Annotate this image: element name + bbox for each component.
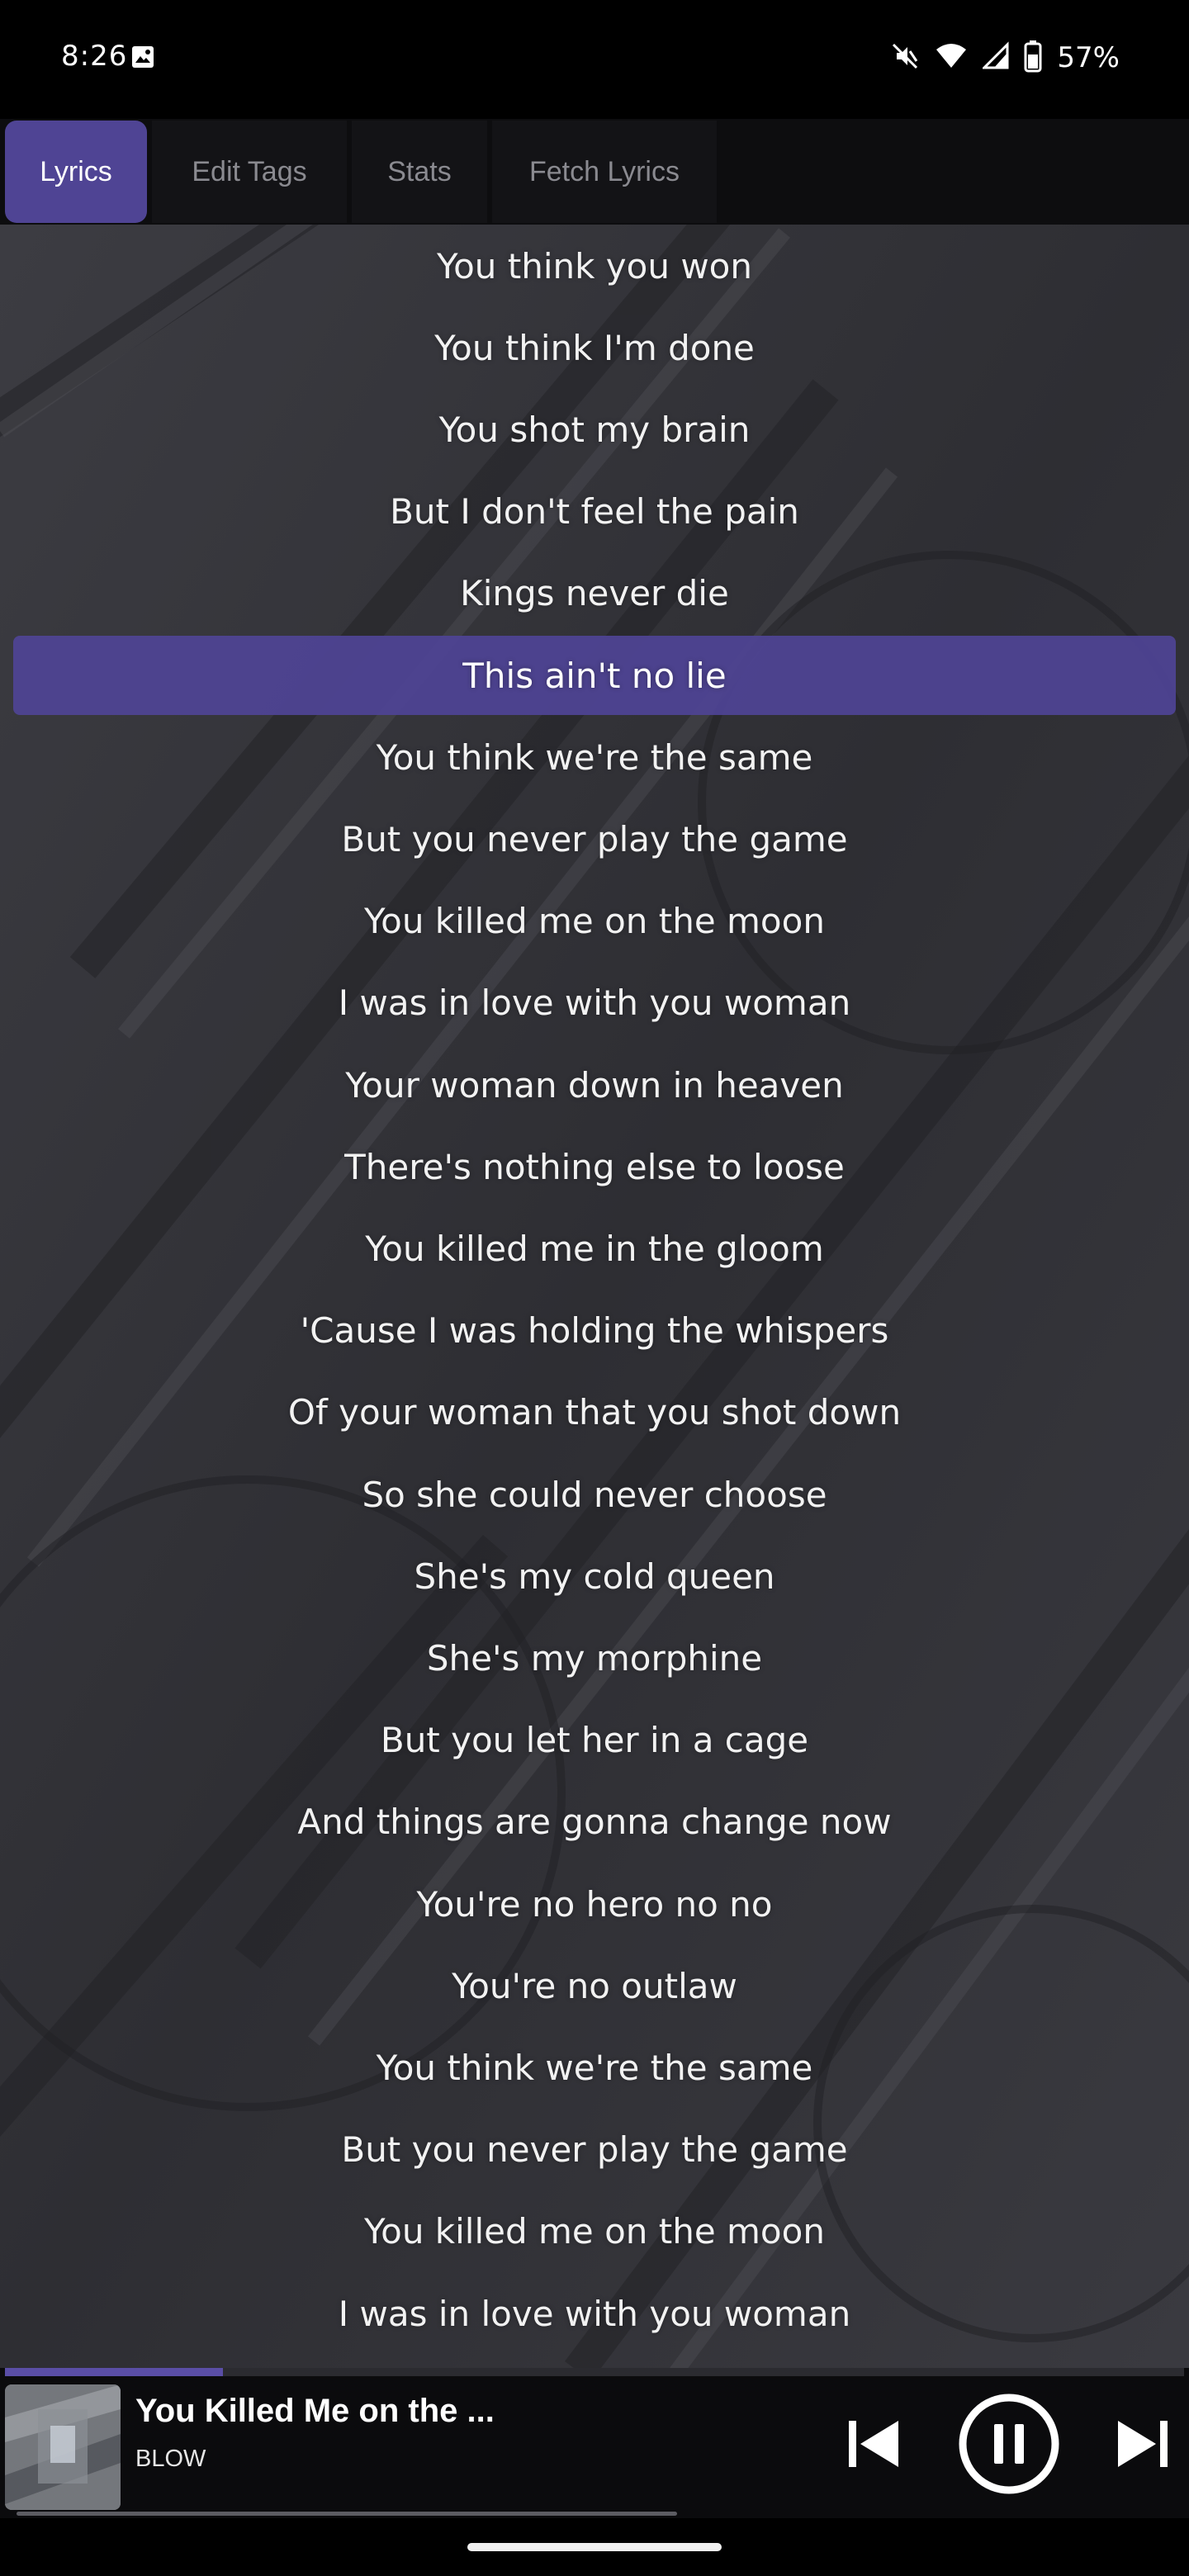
playback-progress-bar[interactable] (5, 2368, 1184, 2376)
player-divider (17, 2512, 677, 2516)
playback-progress-fill (5, 2368, 224, 2376)
signal-icon (981, 41, 1009, 74)
tab-stats[interactable]: Stats (352, 121, 487, 223)
gesture-nav-bar (0, 2518, 1189, 2576)
lyric-line[interactable]: But you let her in a cage (13, 1701, 1176, 1780)
pause-button[interactable] (956, 2393, 1062, 2498)
status-bar: 8:26 57% (0, 0, 1189, 119)
song-title[interactable]: You Killed Me on the ... (135, 2393, 495, 2430)
lyric-line[interactable]: You shot my brain (13, 390, 1176, 469)
status-icons: 57% (890, 38, 1120, 78)
tab-lyrics[interactable]: Lyrics (5, 121, 147, 223)
wifi-icon (935, 41, 968, 74)
skip-previous-icon (841, 2411, 907, 2480)
pause-icon (956, 2391, 1062, 2500)
lyric-line[interactable]: You killed me on the moon (13, 882, 1176, 961)
skip-next-button[interactable] (1103, 2406, 1182, 2485)
lyric-line[interactable]: So she could never choose (13, 1455, 1176, 1534)
skip-previous-button[interactable] (834, 2406, 913, 2485)
lyric-line[interactable]: You think we're the same (13, 717, 1176, 797)
home-indicator[interactable] (467, 2543, 722, 2551)
skip-next-icon (1110, 2411, 1176, 2480)
lyric-line[interactable]: Kings never die (13, 554, 1176, 633)
lyric-line[interactable]: I was in love with you woman (13, 964, 1176, 1043)
lyric-line[interactable]: You're no hero no no (13, 1864, 1176, 1944)
lyric-line[interactable]: And things are gonna change now (13, 1783, 1176, 1862)
tab-fetch-lyrics[interactable]: Fetch Lyrics (492, 121, 717, 223)
album-art-thumbnail[interactable] (5, 2384, 121, 2510)
lyric-line[interactable]: You're no outlaw (13, 1946, 1176, 2025)
status-time: 8:26 (61, 40, 128, 73)
lyric-line[interactable]: You killed me on the moon (13, 2192, 1176, 2271)
tab-edit-tags[interactable]: Edit Tags (152, 121, 347, 223)
lyric-line[interactable]: 'Cause I was holding the whispers (13, 1291, 1176, 1371)
lyrics-view[interactable]: You think you won You think I'm done You s… (0, 225, 1189, 2368)
battery-icon (1024, 40, 1042, 76)
lyric-line[interactable]: But you never play the game (13, 799, 1176, 878)
lyric-line[interactable]: I was in love with you woman (13, 2274, 1176, 2353)
lyric-line[interactable]: You killed me in the gloom (13, 1209, 1176, 1288)
lyric-line[interactable]: There's nothing else to loose (13, 1127, 1176, 1206)
app-screen: 8:26 57% Lyrics Edit Tags Stats Fetch Ly… (0, 0, 1189, 2576)
lyric-line[interactable]: She's my cold queen (13, 1537, 1176, 1616)
lyric-line[interactable]: She's my morphine (13, 1618, 1176, 1698)
tab-bar: Lyrics Edit Tags Stats Fetch Lyrics (0, 119, 1189, 225)
lyric-line[interactable]: You think I'm done (13, 308, 1176, 387)
lyric-line[interactable]: You think we're the same (13, 2028, 1176, 2107)
lyric-line[interactable]: Of your woman that you shot down (13, 1373, 1176, 1452)
song-artist[interactable]: BLOW (135, 2446, 206, 2473)
battery-percent: 57% (1057, 41, 1120, 74)
lyric-line[interactable]: But I don't feel the pain (13, 472, 1176, 552)
mute-icon (890, 41, 920, 74)
lyric-line-active[interactable]: This ain't no lie (13, 636, 1176, 715)
gallery-notification-icon (130, 45, 155, 69)
lyric-line[interactable]: You think you won (13, 226, 1176, 305)
mini-player[interactable]: You Killed Me on the ... BLOW (0, 2368, 1189, 2518)
lyric-line[interactable]: Your woman down in heaven (13, 1045, 1176, 1125)
lyric-line[interactable]: But you never play the game (13, 2110, 1176, 2190)
